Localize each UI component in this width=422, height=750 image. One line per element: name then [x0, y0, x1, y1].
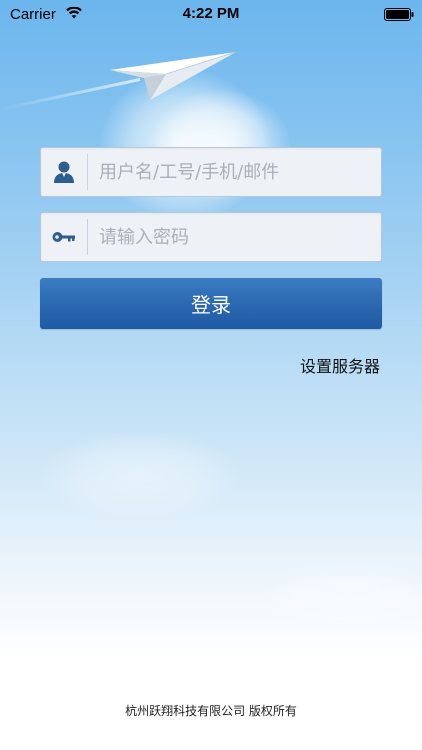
field-divider	[87, 154, 88, 190]
login-button[interactable]: 登录	[40, 278, 382, 329]
cloud-decoration	[260, 560, 422, 630]
field-divider	[87, 219, 88, 255]
key-icon-wrap	[41, 213, 87, 261]
paper-plane-icon	[110, 51, 237, 100]
copyright-footer: 杭州跃翔科技有限公司 版权所有	[125, 704, 297, 718]
user-icon	[54, 161, 74, 183]
login-screen: Carrier 4:22 PM 用户名/工号/手机/邮件 登录 设置服务器 杭州…	[0, 0, 422, 750]
server-settings-link[interactable]: 设置服务器	[300, 353, 380, 377]
username-field[interactable]	[40, 147, 382, 197]
status-bar: Carrier 4:22 PM	[0, 0, 422, 30]
key-icon	[52, 232, 75, 242]
password-input[interactable]	[99, 213, 369, 261]
user-icon-wrap	[41, 148, 87, 196]
status-time: 4:22 PM	[182, 5, 240, 22]
username-input[interactable]	[99, 148, 369, 196]
battery-icon	[384, 8, 414, 21]
cloud-decoration	[40, 430, 240, 520]
password-field[interactable]	[40, 212, 382, 262]
